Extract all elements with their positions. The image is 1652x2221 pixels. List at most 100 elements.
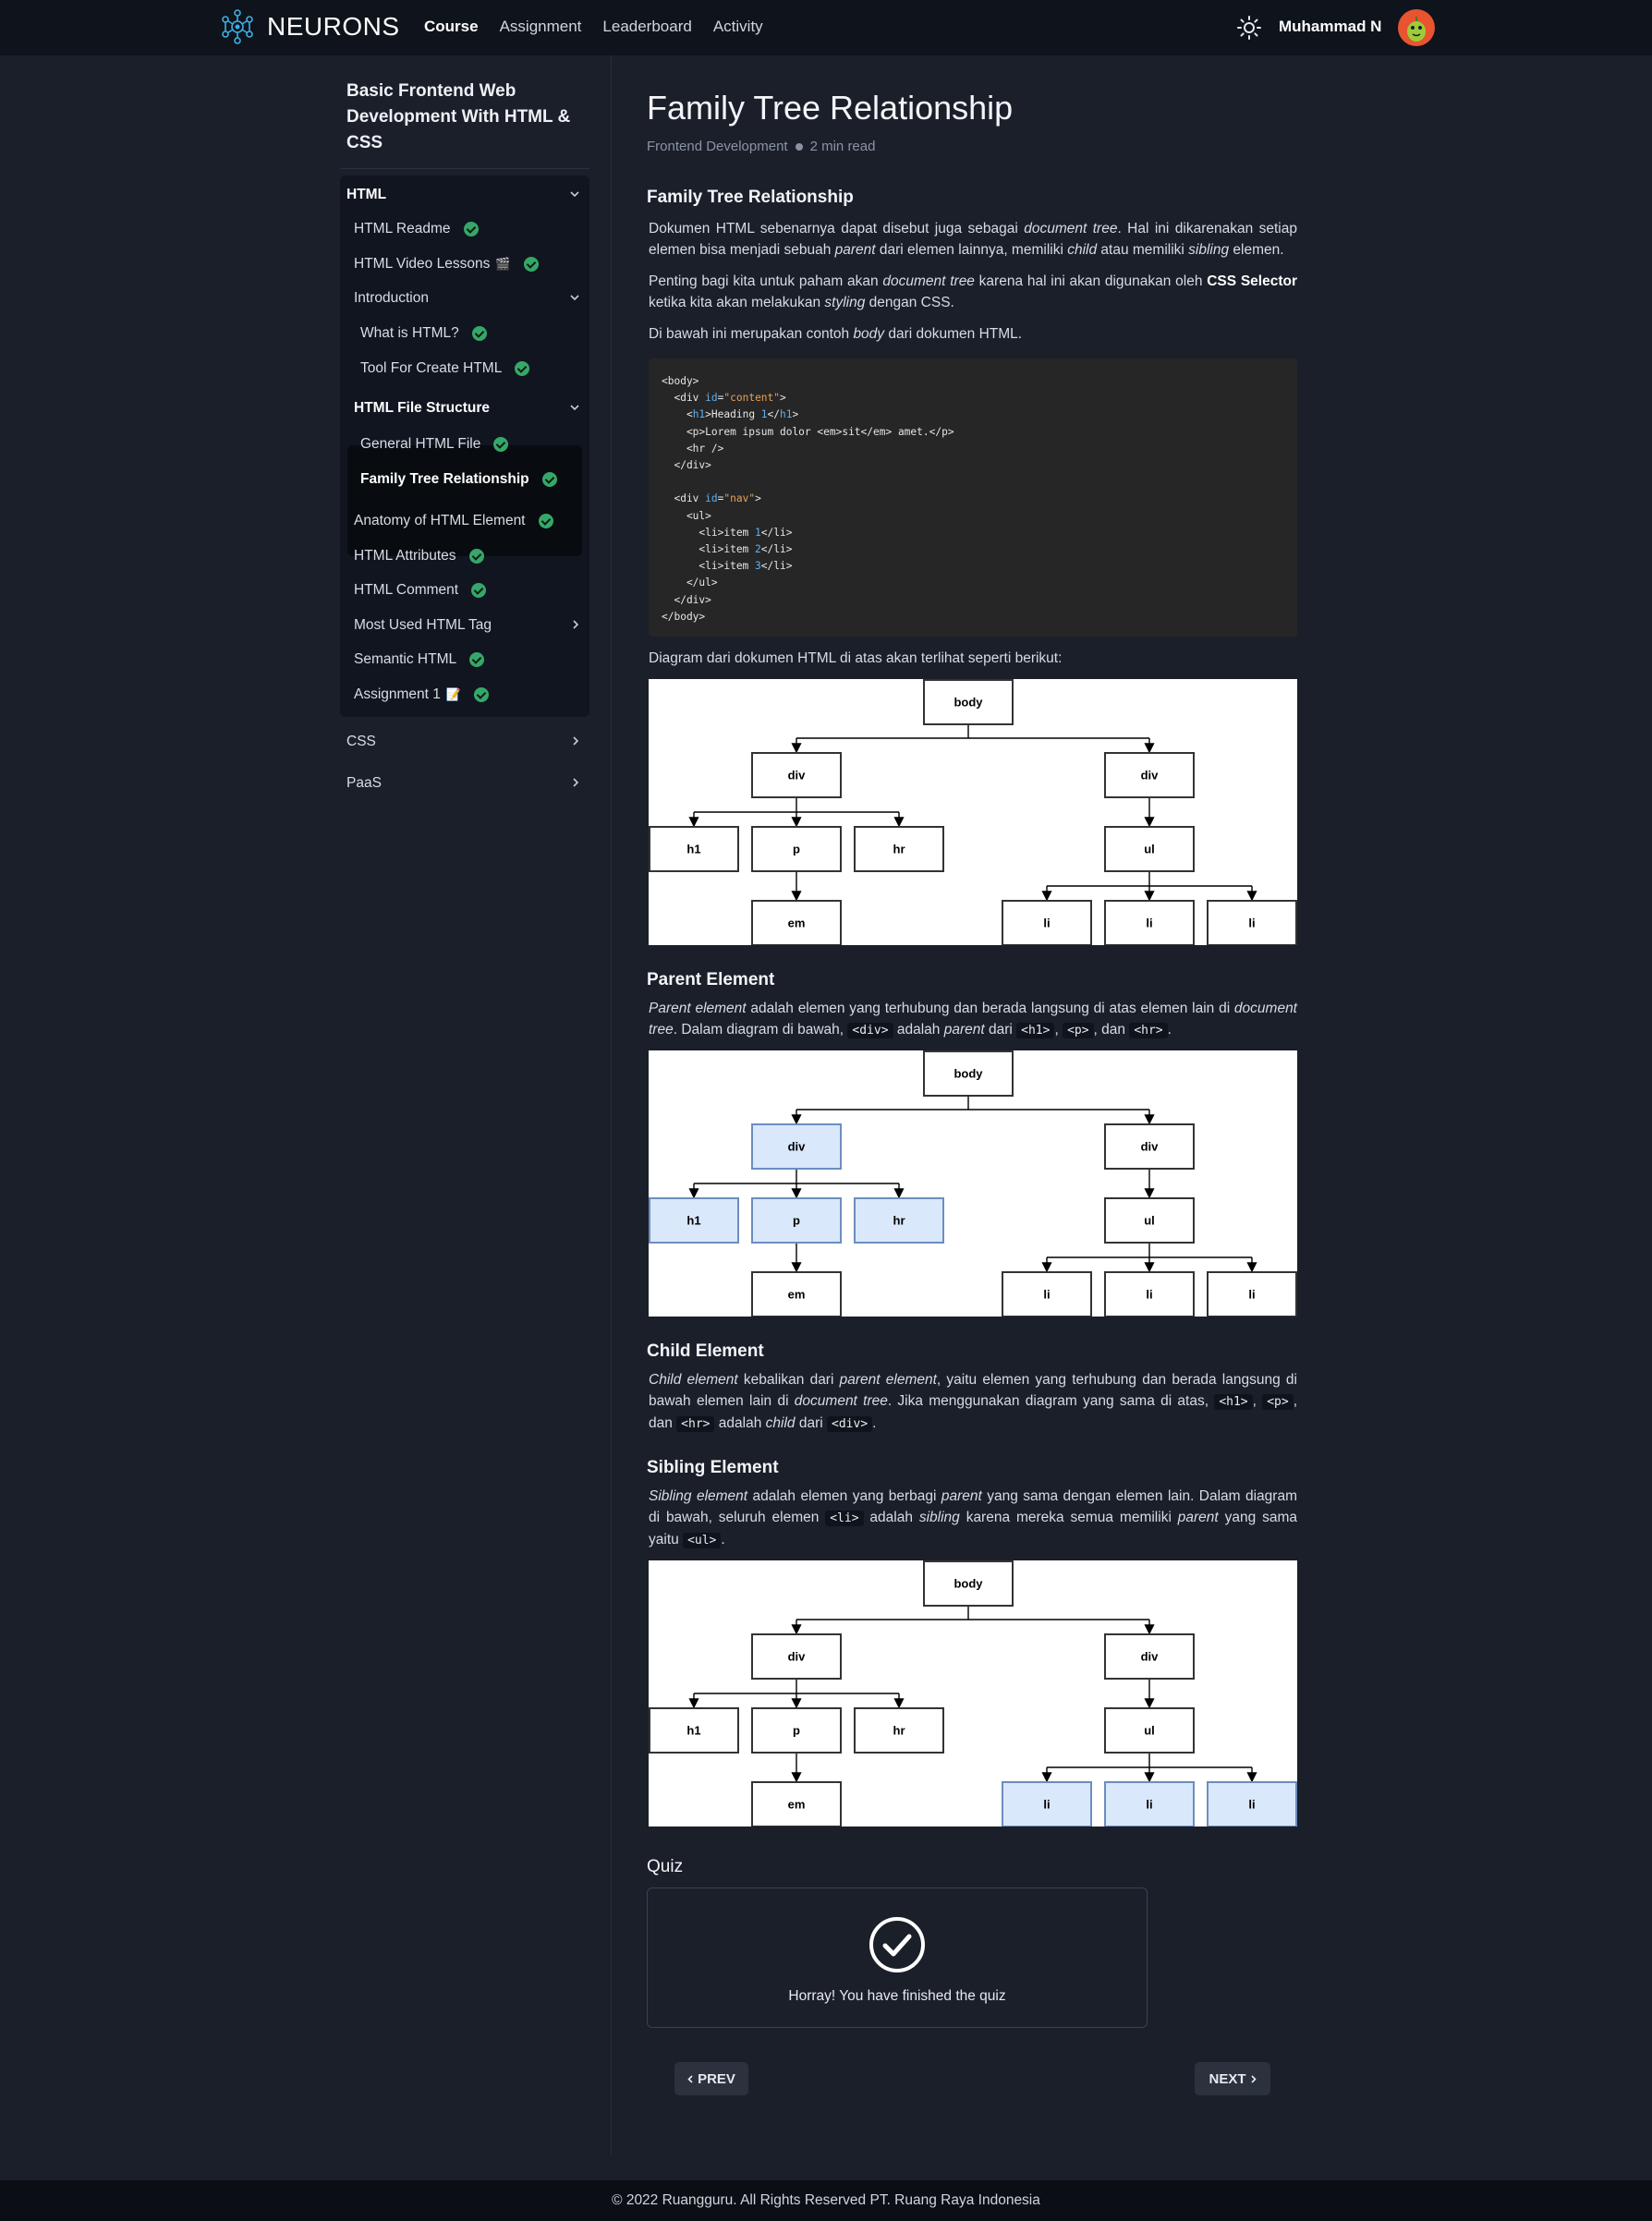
quiz-message: Horray! You have finished the quiz [788,1988,1006,2004]
nav-link-leaderboard[interactable]: Leaderboard [602,18,691,36]
check-icon [493,437,509,452]
sidebar-item-html-comment[interactable]: HTML Comment [354,579,487,601]
tree-node-p: p [751,1197,842,1244]
tree-node-li3: li [1207,1271,1297,1317]
tree-edges [688,1096,1257,1273]
tree-node-div1: div [751,1123,842,1170]
chevron-down-icon[interactable] [570,404,579,411]
tree-node-hr: hr [854,1197,944,1244]
check-icon [523,257,539,272]
nav-link-activity[interactable]: Activity [713,18,763,36]
tree-node-h1: h1 [649,1707,739,1754]
chevron-down-icon[interactable] [570,294,579,301]
sidebar-item-label: Assignment 1 [354,686,441,702]
tree-diagram-1: body div div h1 p hr ul em li li li [649,679,1297,945]
tree-node-em: em [751,1781,842,1827]
tree-node-li2: li [1104,900,1195,945]
sidebar-section-label: PaaS [346,775,382,791]
sidebar-item-html-file-structure[interactable]: HTML File Structure [354,397,490,419]
sidebar-section-paas[interactable]: PaaS [346,772,382,795]
sidebar-section-css[interactable]: CSS [346,731,376,753]
memo-icon: 📝 [445,687,462,701]
tree-node-label: body [954,1576,983,1590]
read-time: 2 min read [809,139,876,154]
nav-link-assignment[interactable]: Assignment [500,18,582,36]
sidebar-item-label: HTML Video Lessons [354,256,491,272]
code-content: <body> <div id="content"> <h1>Heading 1<… [662,375,954,623]
nav-link-course[interactable]: Course [424,18,479,36]
sidebar-item-tool-for-create-html[interactable]: Tool For Create HTML [360,358,530,380]
tree-node-h1: h1 [649,826,739,872]
quiz-result-card: Horray! You have finished the quiz [647,1887,1148,2028]
tree-node-div1: div [751,752,842,798]
brand[interactable]: NEURONS [220,8,400,45]
code-block: <body> <div id="content"> <h1>Heading 1<… [649,358,1297,637]
chevron-right-icon[interactable] [572,778,579,787]
chevron-right-icon[interactable] [572,736,579,746]
sidebar-item-anatomy-of-html-element[interactable]: Anatomy of HTML Element [354,510,553,532]
tree-node-label: h1 [686,1723,700,1737]
tree-node-li3: li [1207,1781,1297,1827]
paragraph-parent-element: Parent element adalah elemen yang terhub… [649,1001,1297,1038]
sidebar-item-html-video-lessons[interactable]: HTML Video Lessons 🎬 [354,253,539,275]
tree-node-label: p [793,842,800,856]
sun-icon[interactable] [1236,15,1262,41]
neurons-logo-icon [222,9,253,44]
sidebar-item-assignment-1[interactable]: Assignment 1 📝 [354,684,490,706]
check-icon [463,222,479,237]
check-icon [541,472,557,487]
sidebar-item-introduction[interactable]: Introduction [354,287,429,309]
sidebar-item-general-html-file[interactable]: General HTML File [360,433,509,455]
page-title: Family Tree Relationship [647,89,1014,127]
tree-node-hr: hr [854,826,944,872]
tree-node-div2: div [1104,1123,1195,1170]
tree-node-li1: li [1002,1781,1092,1827]
paragraph-sibling-element: Sibling element adalah elemen yang berba… [649,1488,1297,1548]
tree-diagram-3: body div div h1 p hr ul em li li li [649,1560,1297,1827]
tree-node-div2: div [1104,752,1195,798]
user-name[interactable]: Muhammad N [1279,18,1381,36]
next-button[interactable]: NEXT [1195,2062,1270,2095]
chevron-right-icon[interactable] [572,620,579,629]
sidebar-section-html-header[interactable]: HTML [346,184,386,206]
sidebar-item-html-readme[interactable]: HTML Readme [354,218,479,240]
tree-node-label: ul [1144,1213,1155,1227]
tree-node-label: li [1043,916,1050,929]
clapper-icon: 🎬 [495,257,511,271]
tree-node-label: li [1248,1287,1255,1301]
chevron-down-icon[interactable] [570,190,579,198]
sidebar-item-what-is-html[interactable]: What is HTML? [360,322,487,345]
sidebar-item-label: HTML Attributes [354,548,456,564]
paragraph-body-example: Di bawah ini merupakan contoh body dari … [649,326,1023,342]
tree-node-li1: li [1002,1271,1092,1317]
tree-node-ul: ul [1104,1197,1195,1244]
sidebar-item-html-attributes[interactable]: HTML Attributes [354,545,484,567]
sidebar-item-label: Semantic HTML [354,651,457,667]
check-icon [471,583,487,598]
quiz-check-icon [869,1917,925,1972]
prev-button[interactable]: PREV [674,2062,748,2095]
tree-node-label: li [1043,1797,1050,1811]
sidebar-item-family-tree-relationship[interactable]: Family Tree Relationship [360,468,557,491]
tree-node-label: li [1043,1287,1050,1301]
avatar-icon [1407,17,1426,42]
sidebar-divider [340,168,589,169]
sidebar-item-most-used-html-tag[interactable]: Most Used HTML Tag [354,614,492,637]
sidebar-item-label: HTML Comment [354,582,459,598]
sidebar-item-semantic-html[interactable]: Semantic HTML [354,649,485,671]
tree-edges [688,1606,1257,1783]
sidebar-section-html: HTML HTML Readme HTML Video Lessons 🎬 In… [340,176,589,717]
footer: © 2022 Ruangguru. All Rights Reserved PT… [0,2180,1652,2221]
tree-node-li2: li [1104,1781,1195,1827]
tree-node-em: em [751,900,842,945]
avatar[interactable] [1398,9,1435,46]
article-category: Frontend Development [647,139,788,154]
tree-node-div1: div [751,1633,842,1680]
check-icon [471,326,487,341]
tree-node-label: h1 [686,842,700,856]
section-heading-parent-element: Parent Element [647,970,775,989]
tree-node-label: li [1146,1287,1152,1301]
tree-node-ul: ul [1104,826,1195,872]
meta-separator [795,142,803,151]
tree-edges [688,724,1257,902]
